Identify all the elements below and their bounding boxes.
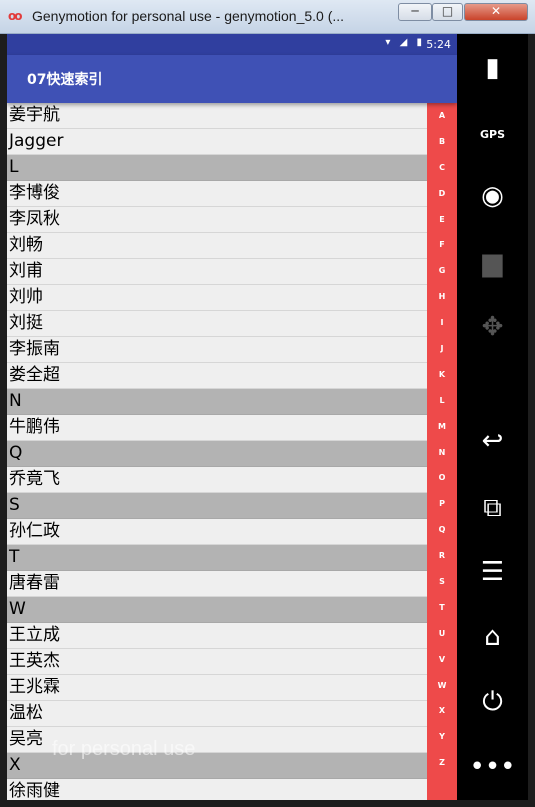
index-letter[interactable]: I — [427, 310, 457, 336]
index-letter[interactable]: F — [427, 232, 457, 258]
list-item[interactable]: 孙仁政 — [7, 519, 427, 545]
section-header: S — [7, 493, 427, 519]
section-header: W — [7, 597, 427, 623]
contact-list[interactable]: 姜宇航 Jagger L 李博俊 李凤秋 刘畅 刘甫 刘帅 刘挺 李振南 娄全超 N 牛鹏伟 Q 乔竟飞 S 孙… — [7, 103, 427, 800]
index-letter[interactable]: W — [427, 673, 457, 699]
gps-icon[interactable]: GPS — [457, 111, 528, 157]
window-title-bar: oo Genymotion for personal use - genymot… — [0, 0, 535, 34]
section-header: L — [7, 155, 427, 181]
index-letter[interactable]: R — [427, 543, 457, 569]
index-letter[interactable]: L — [427, 388, 457, 414]
index-letter[interactable]: C — [427, 155, 457, 181]
index-letter[interactable]: N — [427, 440, 457, 466]
home-icon[interactable]: ⌂ — [457, 614, 528, 660]
index-letter[interactable]: P — [427, 491, 457, 517]
index-letter[interactable]: Y — [427, 724, 457, 750]
index-letter[interactable]: S — [427, 569, 457, 595]
dpad-icon: ✥ — [481, 312, 504, 342]
list-item[interactable]: 娄全超 — [7, 363, 427, 389]
video-icon: ▆ — [482, 248, 503, 278]
list-item[interactable]: 王兆霖 — [7, 675, 427, 701]
recent-apps-icon[interactable]: ⧉ — [457, 485, 528, 531]
index-letter[interactable]: U — [427, 621, 457, 647]
list-item[interactable]: 刘挺 — [7, 311, 427, 337]
index-letter[interactable]: G — [427, 258, 457, 284]
quick-index-bar[interactable]: ABCDEFGHIJKLMNOPQRSTUVWXYZ — [427, 103, 457, 800]
section-header: N — [7, 389, 427, 415]
power-icon[interactable]: ⏻ — [457, 679, 528, 725]
index-letter[interactable]: Z — [427, 750, 457, 776]
list-item[interactable]: 李振南 — [7, 337, 427, 363]
list-item[interactable]: 刘帅 — [7, 285, 427, 311]
list-item[interactable]: Jagger — [7, 129, 427, 155]
close-button[interactable]: ✕ — [464, 3, 528, 21]
index-letter[interactable]: K — [427, 362, 457, 388]
index-letter[interactable]: X — [427, 698, 457, 724]
index-letter[interactable]: Q — [427, 517, 457, 543]
battery-icon[interactable]: ▮ — [457, 45, 528, 91]
index-letter[interactable]: B — [427, 129, 457, 155]
window-title: Genymotion for personal use - genymotion… — [32, 8, 345, 24]
app-title: 07快速索引 — [27, 72, 103, 88]
status-bar: ▾ ◢ ▮ 5:24 — [7, 34, 457, 55]
index-letter[interactable]: T — [427, 595, 457, 621]
app-bar: 07快速索引 — [7, 55, 457, 103]
list-item[interactable]: 王英杰 — [7, 649, 427, 675]
more-icon[interactable]: ••• — [457, 744, 528, 790]
list-item[interactable]: 温松 — [7, 701, 427, 727]
index-letter[interactable]: V — [427, 647, 457, 673]
list-item[interactable]: 徐雨健 — [7, 779, 427, 800]
index-letter[interactable]: O — [427, 465, 457, 491]
list-item[interactable]: 乔竟飞 — [7, 467, 427, 493]
camera-icon[interactable]: ◉ — [457, 173, 528, 219]
index-letter[interactable]: D — [427, 181, 457, 207]
list-item[interactable]: 王立成 — [7, 623, 427, 649]
section-header: Q — [7, 441, 427, 467]
genymotion-app-icon: oo — [8, 9, 23, 23]
status-icons: ▾ ◢ ▮ — [385, 37, 425, 48]
window-border — [528, 34, 535, 807]
list-item[interactable]: 唐春雷 — [7, 571, 427, 597]
index-letter[interactable]: H — [427, 284, 457, 310]
section-header: T — [7, 545, 427, 571]
list-item[interactable]: 姜宇航 — [7, 103, 427, 129]
genymotion-side-panel: ▮ GPS ◉ ▆ ✥ ↩ ⧉ ☰ ⌂ ⏻ ••• — [457, 34, 528, 800]
index-letter[interactable]: A — [427, 103, 457, 129]
list-item[interactable]: 刘甫 — [7, 259, 427, 285]
list-item[interactable]: 刘畅 — [7, 233, 427, 259]
minimize-button[interactable]: ─ — [398, 3, 432, 21]
watermark: for personal use — [52, 738, 196, 760]
list-item[interactable]: 李凤秋 — [7, 207, 427, 233]
list-item[interactable]: 李博俊 — [7, 181, 427, 207]
status-time: 5:24 — [426, 38, 451, 51]
index-letter[interactable]: M — [427, 414, 457, 440]
back-icon[interactable]: ↩ — [457, 418, 528, 464]
menu-icon[interactable]: ☰ — [457, 549, 528, 595]
index-letter[interactable]: J — [427, 336, 457, 362]
maximize-button[interactable]: □ — [432, 3, 463, 21]
list-item[interactable]: 牛鹏伟 — [7, 415, 427, 441]
android-screen: ▾ ◢ ▮ 5:24 07快速索引 姜宇航 Jagger L 李博俊 李凤秋 刘畅 刘甫 刘帅… — [7, 34, 457, 800]
index-letter[interactable]: E — [427, 207, 457, 233]
